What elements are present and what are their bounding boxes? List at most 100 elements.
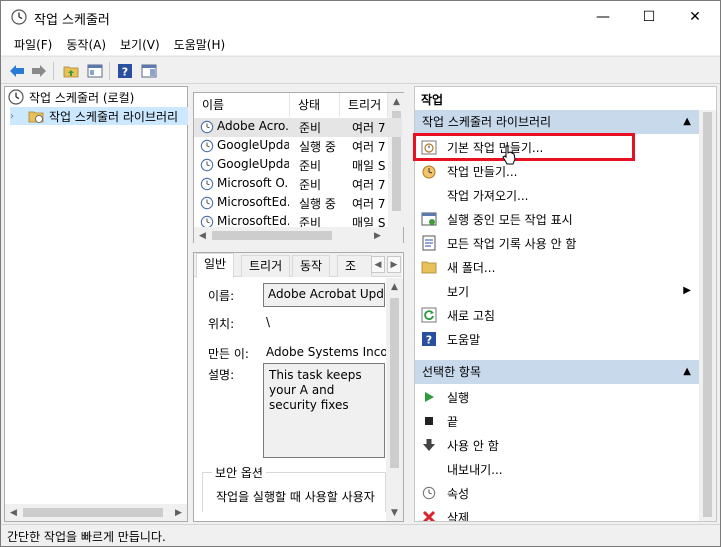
name-field[interactable]: Adobe Acrobat Update [263, 283, 385, 307]
task-scheduler-window: 작업 스케줄러 — ☐ ✕ 파일(F) 동작(A) 보기(V) 도움말(H) ? [0, 0, 721, 547]
tab-general[interactable]: 일반 [196, 253, 235, 278]
toolbar: ? [1, 56, 720, 84]
scroll-thumb[interactable] [703, 112, 712, 517]
task-clock-icon [200, 196, 214, 210]
disable-action[interactable]: 사용 안 함 [415, 433, 699, 457]
menu-file[interactable]: 파일(F) [7, 33, 59, 55]
help-action[interactable]: ? 도움말 [415, 327, 699, 351]
folder-clock-icon [28, 111, 44, 123]
menu-help[interactable]: 도움말(H) [167, 33, 233, 55]
task-clock-icon [200, 120, 214, 134]
console-tree-panel: 작업 스케줄러 (로컬) › 작업 스케줄러 라이브러리 ◀ ▶ [4, 86, 188, 522]
minimize-button[interactable]: — [580, 1, 626, 33]
disable-history-action[interactable]: 모든 작업 기록 사용 안 함 [415, 231, 699, 255]
stop-icon [421, 413, 437, 429]
delete-action[interactable]: 삭제 [415, 505, 699, 521]
table-row[interactable]: MicrosoftEd... 준비 매일 S [194, 213, 402, 227]
properties-icon [421, 485, 437, 501]
scroll-left-icon[interactable]: ◀ [194, 227, 211, 244]
help-icon[interactable]: ? [115, 61, 135, 81]
delete-icon [421, 509, 437, 521]
close-button[interactable]: ✕ [672, 1, 718, 33]
console-tree-icon[interactable] [85, 61, 105, 81]
table-row[interactable]: MicrosoftEd... 실행 중 여러 7 [194, 194, 402, 213]
task-clock-icon [200, 215, 214, 227]
scroll-up-icon[interactable]: ▲ [386, 278, 403, 295]
task-list-h-scrollbar[interactable]: ◀ ▶ [194, 227, 403, 244]
menu-action[interactable]: 동작(A) [59, 33, 113, 55]
show-running-tasks-action[interactable]: 실행 중인 모든 작업 표시 [415, 207, 699, 231]
scroll-thumb[interactable] [212, 231, 332, 240]
create-task-action[interactable]: 작업 만들기... [415, 159, 699, 183]
table-row[interactable]: Microsoft O... 준비 여러 7 [194, 175, 402, 194]
menu-view[interactable]: 보기(V) [113, 33, 167, 55]
export-action[interactable]: 내보내기... [415, 457, 699, 481]
scroll-down-icon[interactable]: ▼ [386, 504, 403, 521]
tree-h-scrollbar[interactable]: ◀ ▶ [5, 504, 187, 521]
properties-action[interactable]: 속성 [415, 481, 699, 505]
group-header-library[interactable]: 작업 스케줄러 라이브러리 ▲ [415, 110, 699, 134]
running-tasks-icon [421, 211, 437, 227]
status-bar: 간단한 작업을 빠르게 만듭니다. [1, 524, 720, 546]
description-field[interactable]: This task keeps your A and security fixe… [263, 363, 385, 458]
scroll-thumb[interactable] [390, 298, 399, 468]
forward-arrow-icon[interactable] [29, 61, 49, 81]
scroll-left-icon[interactable]: ◀ [5, 504, 22, 521]
tab-actions[interactable]: 동작 [292, 255, 331, 277]
window-title: 작업 스케줄러 [34, 13, 110, 28]
column-header-trigger[interactable]: 트리거 [340, 93, 388, 117]
description-label: 설명: [208, 368, 235, 382]
new-folder-action[interactable]: 새 폴더... [415, 255, 699, 279]
end-action[interactable]: 끝 [415, 409, 699, 433]
scroll-right-icon[interactable]: ▶ [369, 227, 386, 244]
author-label: 만든 이: [208, 347, 249, 361]
title-bar: 작업 스케줄러 — ☐ ✕ [1, 1, 720, 33]
maximize-button[interactable]: ☐ [626, 1, 672, 33]
column-header-name[interactable]: 이름 [194, 93, 290, 117]
table-row[interactable]: GoogleUpda... 실행 중 여러 7 [194, 137, 402, 156]
import-task-action[interactable]: 작업 가져오기... [415, 183, 699, 207]
run-action[interactable]: 실행 [415, 385, 699, 409]
details-v-scrollbar[interactable]: ▲ ▼ [386, 278, 403, 521]
task-list-panel: 이름 상태 트리거 ▲ Adobe Acro... 준비 여러 7 Google… [193, 92, 405, 244]
collapse-caret-icon[interactable]: ▲ [683, 360, 691, 384]
create-task-icon [421, 163, 437, 179]
column-header-status[interactable]: 상태 [290, 93, 340, 117]
folder-icon [421, 259, 437, 275]
actions-v-scrollbar[interactable] [699, 110, 716, 521]
scroll-thumb[interactable] [23, 508, 163, 517]
location-value: \ [266, 315, 271, 329]
location-label: 위치: [208, 317, 235, 331]
view-menu-action[interactable]: 보기 ▶ [415, 279, 699, 303]
action-pane-icon[interactable] [139, 61, 159, 81]
tree-root[interactable]: 작업 스케줄러 (로컬) [8, 88, 134, 106]
collapse-caret-icon[interactable]: ▲ [683, 110, 691, 134]
help-icon: ? [421, 331, 437, 347]
folder-up-icon[interactable] [61, 61, 81, 81]
tab-scroll-left-icon[interactable]: ◀ [371, 256, 385, 273]
chevron-right-icon[interactable]: › [10, 111, 22, 122]
task-details-panel: 일반 트리거 동작 조건 ◀ ▶ 이름: Adobe Acrobat Updat… [193, 252, 404, 522]
back-arrow-icon[interactable] [7, 61, 27, 81]
tab-conditions[interactable]: 조건 [337, 255, 372, 277]
menu-bar: 파일(F) 동작(A) 보기(V) 도움말(H) [1, 33, 720, 55]
tree-item-library[interactable]: › 작업 스케줄러 라이브러리 [10, 107, 188, 125]
tab-scroll-right-icon[interactable]: ▶ [387, 256, 401, 273]
security-options-text: 작업을 실행할 때 사용할 사용자 [216, 490, 375, 504]
tree-root-label: 작업 스케줄러 (로컬) [29, 90, 135, 105]
author-value: Adobe Systems Incorp [266, 345, 386, 359]
tab-triggers[interactable]: 트리거 [241, 255, 291, 277]
group-header-selected[interactable]: 선택한 항목 ▲ [415, 360, 699, 384]
submenu-arrow-icon: ▶ [683, 285, 691, 296]
task-clock-icon [200, 158, 214, 172]
tree-library-label: 작업 스케줄러 라이브러리 [49, 109, 179, 124]
scroll-up-icon[interactable]: ▲ [388, 93, 405, 110]
refresh-action[interactable]: 새로 고침 [415, 303, 699, 327]
table-row[interactable]: GoogleUpda... 준비 매일 S [194, 156, 402, 175]
name-label: 이름: [208, 289, 235, 303]
table-row[interactable]: Adobe Acro... 준비 여러 7 [194, 118, 402, 137]
task-clock-icon [200, 139, 214, 153]
history-icon [421, 235, 437, 251]
scroll-right-icon[interactable]: ▶ [170, 504, 187, 521]
security-options-label: 보안 옵션 [212, 464, 266, 481]
